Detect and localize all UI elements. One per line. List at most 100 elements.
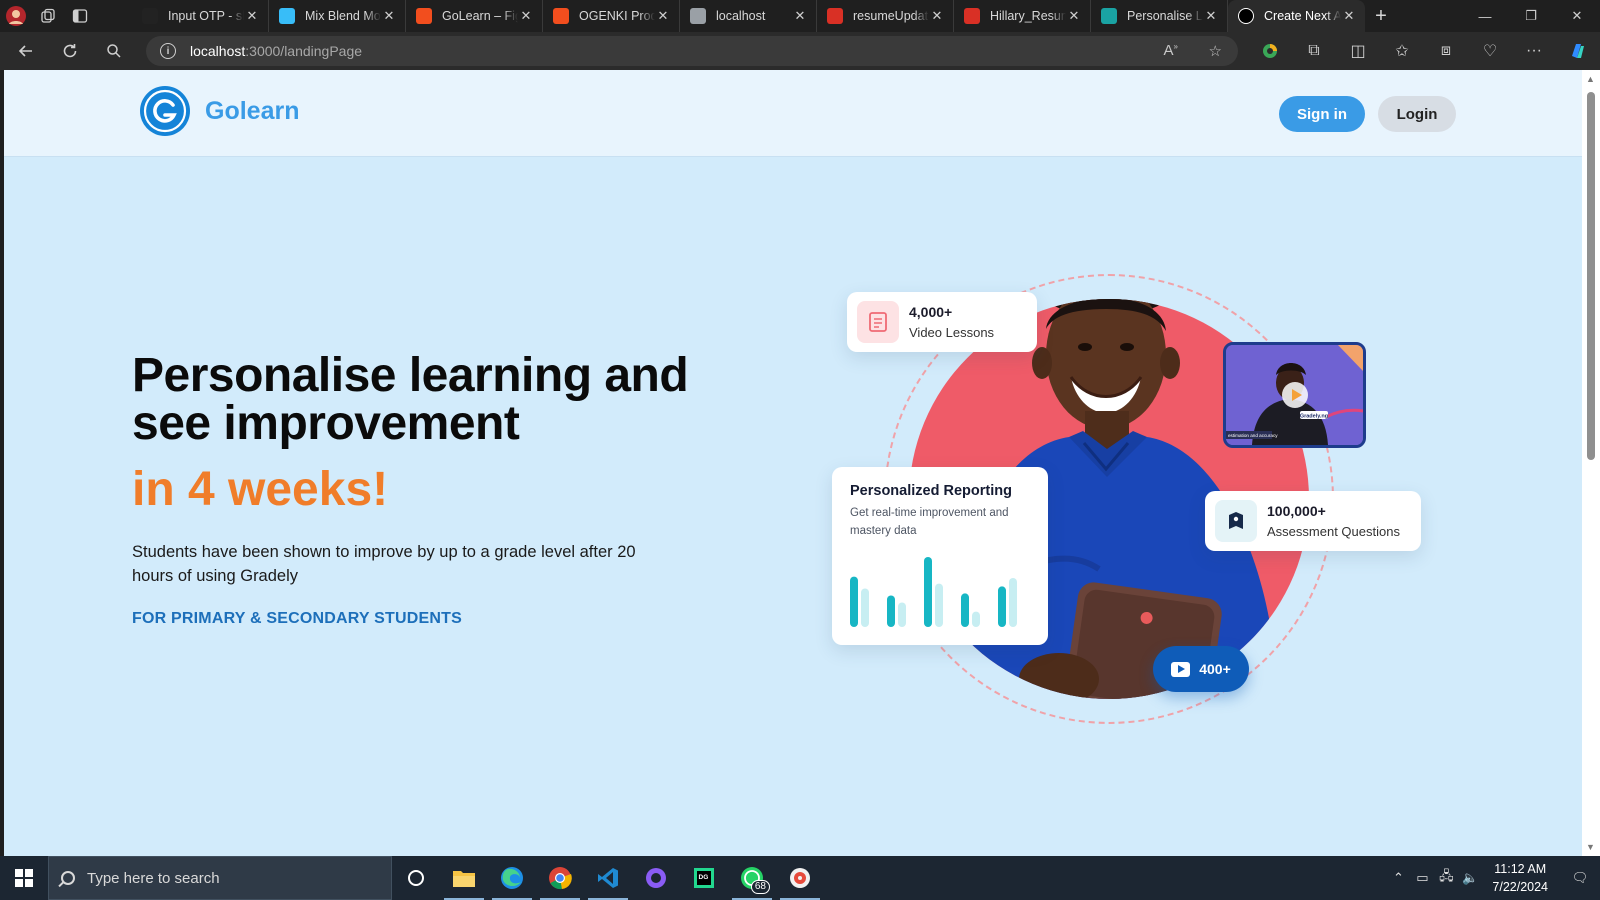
browser-tab[interactable]: resumeUpdate ✕ — [817, 0, 954, 32]
close-tab-icon[interactable]: ✕ — [792, 8, 808, 24]
browser-tab[interactable]: GoLearn – Figma✕ — [406, 0, 543, 32]
report-bar-secondary — [898, 602, 906, 627]
collections-icon[interactable]: ⧈ — [1424, 32, 1468, 70]
brand-name: Golearn — [205, 96, 300, 125]
favorite-star-icon[interactable]: ☆ — [1209, 42, 1222, 60]
battery-icon[interactable]: ▭ — [1410, 870, 1434, 886]
extension-color-icon[interactable] — [1248, 32, 1292, 70]
close-tab-icon[interactable]: ✕ — [381, 8, 397, 24]
system-clock[interactable]: 11:12 AM 7/22/2024 — [1492, 860, 1548, 896]
browser-tab-title: OGENKI Product — [579, 9, 655, 23]
address-bar[interactable]: i localhost:3000/landingPage A» ☆ — [146, 36, 1238, 66]
close-tab-icon[interactable]: ✕ — [518, 8, 534, 24]
questions-count: 100,000+ — [1267, 503, 1326, 519]
report-bar-secondary — [861, 588, 869, 627]
volume-icon[interactable]: 🔈 — [1458, 870, 1482, 886]
browser-tab[interactable]: Input OTP - shadcn✕ — [132, 0, 269, 32]
hero-headline: Personalise learning and see improvement — [132, 349, 689, 450]
cortana-icon[interactable] — [392, 856, 440, 900]
scrollbar-thumb[interactable] — [1587, 92, 1595, 460]
nextjs-icon — [1238, 8, 1254, 24]
login-button[interactable]: Login — [1378, 96, 1456, 132]
scroll-up-arrow-icon[interactable]: ▲ — [1586, 74, 1595, 84]
play-icon[interactable] — [1282, 382, 1308, 408]
video-lessons-card: 4,000+ Video Lessons — [847, 292, 1037, 352]
minimize-button[interactable]: — — [1462, 0, 1508, 32]
restore-button[interactable]: ❐ — [1508, 0, 1554, 32]
taskbar-search-placeholder: Type here to search — [87, 869, 220, 887]
browser-tab-title: Hillary_Resume — [990, 9, 1066, 23]
close-tab-icon[interactable]: ✕ — [1203, 8, 1219, 24]
audience-label: FOR PRIMARY & SECONDARY STUDENTS — [132, 610, 462, 627]
video-play-icon — [1171, 661, 1191, 677]
pdf-icon — [827, 8, 843, 24]
browser-essentials-icon[interactable]: ♡ — [1468, 32, 1512, 70]
file-explorer-icon[interactable] — [440, 856, 488, 900]
search-icon[interactable] — [92, 32, 136, 70]
browser-tab[interactable]: Personalise Learning✕ — [1091, 0, 1228, 32]
browser-tab[interactable]: OGENKI Product✕ — [543, 0, 680, 32]
read-aloud-icon[interactable]: A» — [1164, 42, 1178, 59]
report-bar-primary — [924, 557, 932, 627]
profile-icon[interactable] — [0, 0, 32, 32]
edge-icon[interactable] — [488, 856, 536, 900]
clock-date: 7/22/2024 — [1492, 880, 1548, 894]
copilot-icon[interactable] — [1556, 32, 1600, 70]
close-tab-icon[interactable]: ✕ — [244, 8, 260, 24]
tab-actions-icon[interactable] — [64, 0, 96, 32]
figma-icon — [553, 8, 569, 24]
close-tab-icon[interactable]: ✕ — [1066, 8, 1082, 24]
settings-more-icon[interactable]: ··· — [1512, 32, 1556, 70]
video-banner-text: Gradely.ng — [1300, 414, 1328, 420]
browser-tab[interactable]: Hillary_Resume✕ — [954, 0, 1091, 32]
start-button[interactable] — [0, 856, 48, 900]
split-screen-icon[interactable]: ◫ — [1336, 32, 1380, 70]
report-bar-primary — [850, 576, 858, 627]
report-title: Personalized Reporting — [850, 483, 1012, 499]
report-bar-secondary — [972, 611, 980, 627]
browser-tab[interactable]: Mix Blend Mode✕ — [269, 0, 406, 32]
browser-tab-title: resumeUpdate — [853, 9, 929, 23]
new-tab-button[interactable]: + — [1365, 0, 1397, 32]
workspaces-icon[interactable] — [32, 0, 64, 32]
refresh-icon[interactable] — [48, 32, 92, 70]
scroll-down-arrow-icon[interactable]: ▼ — [1586, 842, 1595, 852]
questions-label: Assessment Questions — [1267, 524, 1400, 539]
show-hidden-icons-icon[interactable]: ⌃ — [1386, 870, 1410, 886]
site-info-icon[interactable]: i — [160, 43, 176, 59]
browser-tab[interactable]: Create Next App✕ — [1228, 0, 1365, 32]
github-desktop-icon[interactable] — [632, 856, 680, 900]
report-description: Get real-time improvement and mastery da… — [850, 507, 1009, 537]
extensions-icon[interactable]: ⧉ — [1292, 32, 1336, 70]
figma-icon — [416, 8, 432, 24]
network-icon[interactable]: 🖧 — [1434, 867, 1458, 889]
golearn-logo-icon — [140, 86, 190, 136]
personalized-reporting-card: Personalized Reporting Get real-time imp… — [832, 467, 1048, 645]
page-viewport: Golearn Sign in Login Personalise learni… — [4, 70, 1582, 856]
signin-button[interactable]: Sign in — [1279, 96, 1365, 132]
browser-tab-title: GoLearn – Figma — [442, 9, 518, 23]
notifications-icon[interactable]: 🗨 — [1560, 870, 1600, 886]
report-bar-chart — [850, 557, 1017, 627]
favorites-icon[interactable]: ✩ — [1380, 32, 1424, 70]
close-tab-icon[interactable]: ✕ — [655, 8, 671, 24]
vscode-icon[interactable] — [584, 856, 632, 900]
clock-time: 11:12 AM — [1494, 862, 1547, 876]
browser-tab[interactable]: localhost ✕ — [680, 0, 817, 32]
back-icon[interactable] — [4, 32, 48, 70]
hero-headline-accent: in 4 weeks! — [132, 463, 389, 516]
close-tab-icon[interactable]: ✕ — [929, 8, 945, 24]
media-player-icon[interactable] — [776, 856, 824, 900]
video-thumbnail-card[interactable]: Gradely.ng estimation and accuracy — [1223, 342, 1366, 448]
brand-logo[interactable]: Golearn — [140, 86, 299, 136]
taskbar-search[interactable]: Type here to search — [48, 856, 392, 900]
close-tab-icon[interactable]: ✕ — [1341, 8, 1357, 24]
svg-text:DG: DG — [699, 874, 709, 881]
whatsapp-icon[interactable]: 68 — [728, 856, 776, 900]
datagrip-icon[interactable]: DG — [680, 856, 728, 900]
close-window-button[interactable]: ✕ — [1554, 0, 1600, 32]
chrome-icon[interactable] — [536, 856, 584, 900]
browser-tab-title: Personalise Learning — [1127, 9, 1203, 23]
browser-tabbar: Input OTP - shadcn✕Mix Blend Mode✕GoLear… — [0, 0, 1600, 32]
page-scrollbar[interactable]: ▲ ▼ — [1582, 70, 1600, 856]
